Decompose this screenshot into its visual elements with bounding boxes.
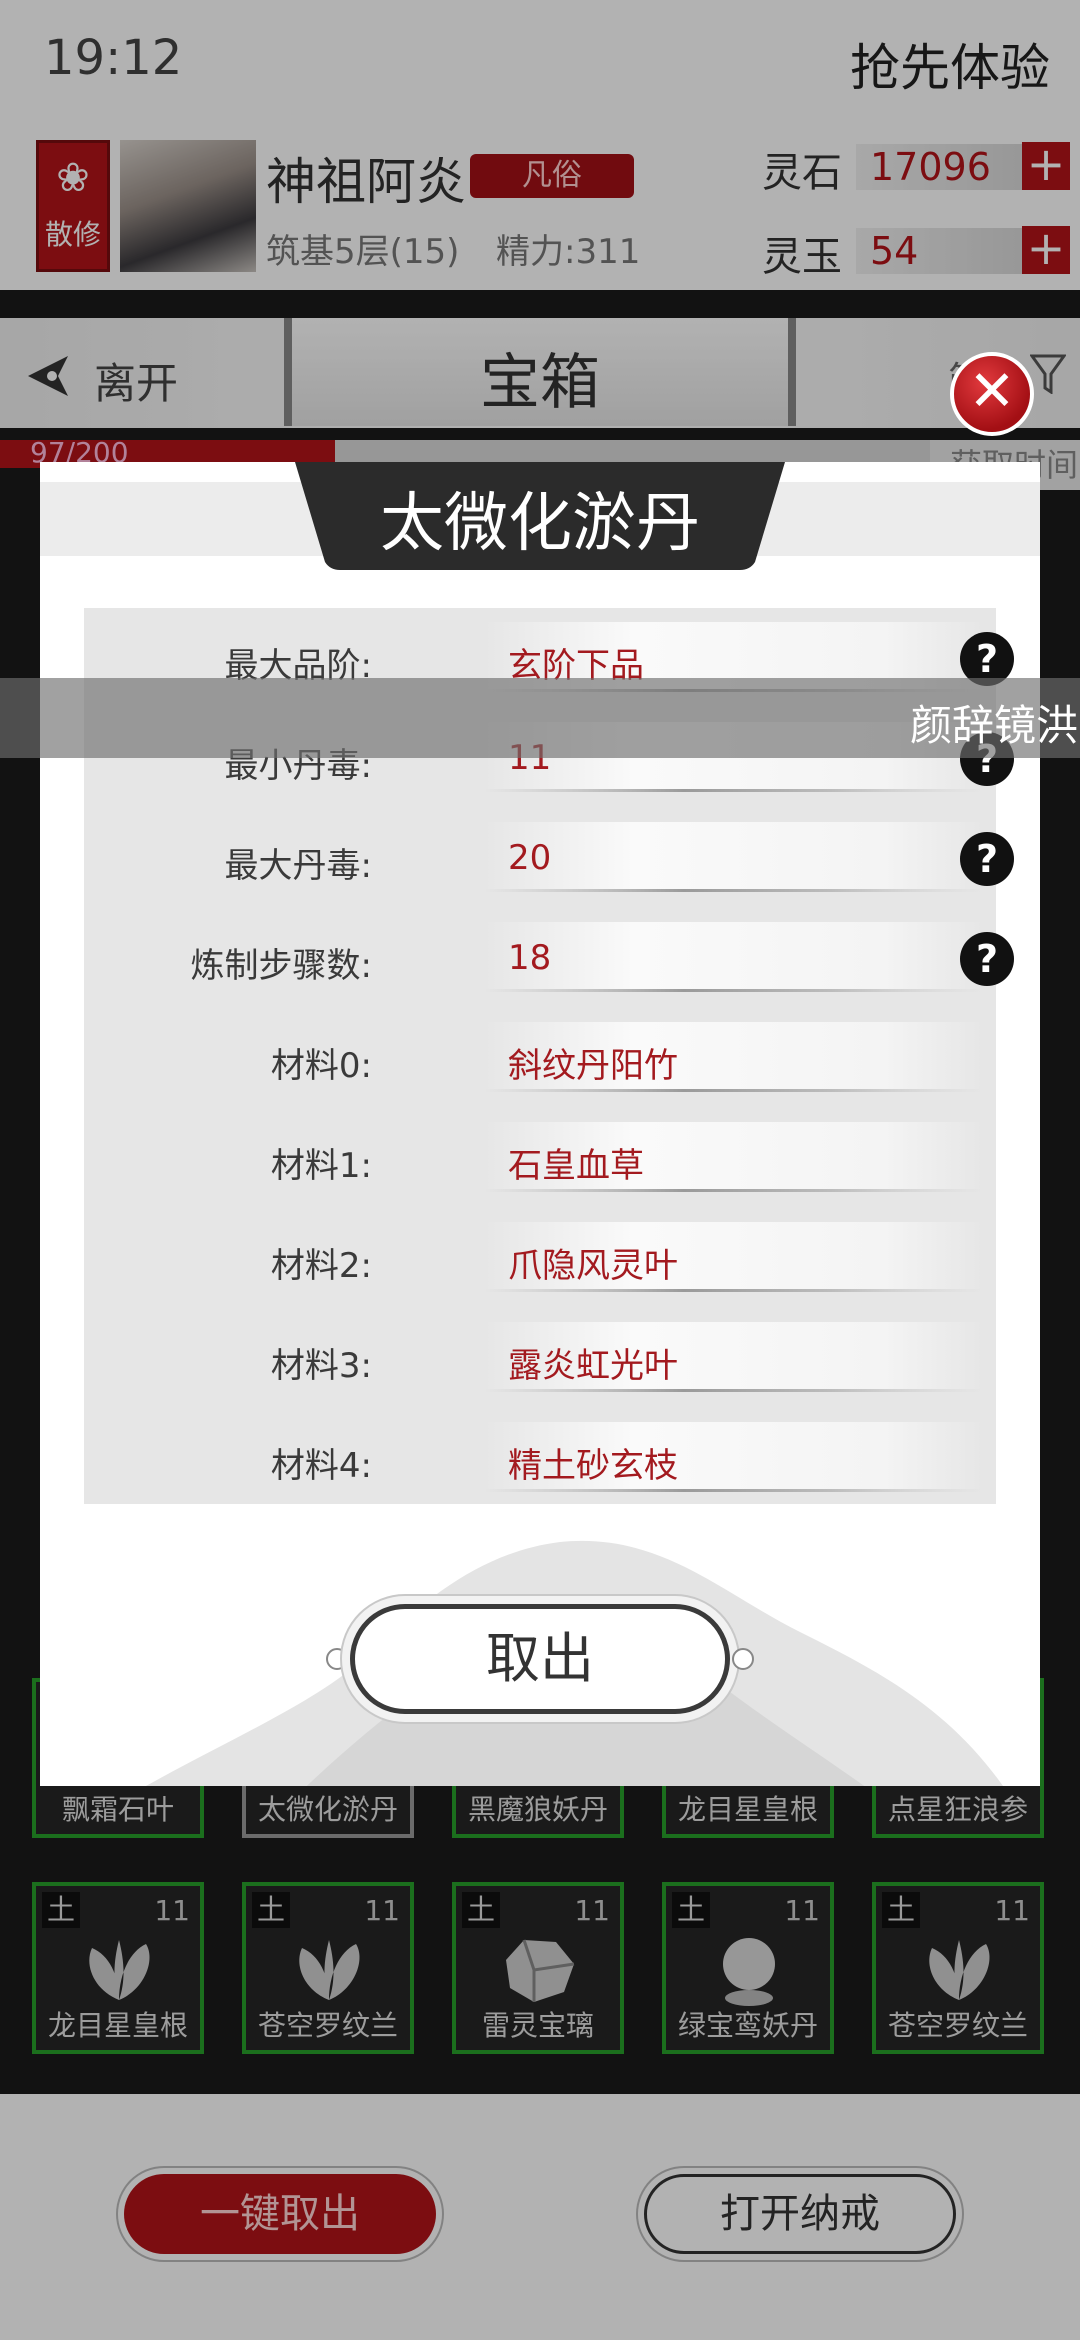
attribute-value: 18 (508, 938, 552, 978)
dialog-title: 太微化淤丹 (380, 487, 700, 561)
material-row: 材料2: 爪隐风灵叶 (84, 1208, 996, 1308)
attribute-value: 20 (508, 838, 552, 878)
take-out-button[interactable]: 取出 (350, 1604, 730, 1714)
attribute-label: 炼制步骤数: (190, 946, 372, 986)
material-label: 材料3: (270, 1346, 372, 1386)
material-value: 斜纹丹阳竹 (508, 1046, 678, 1086)
attribute-row: 最大丹毒: 20 ? (84, 808, 1014, 908)
material-row: 材料3: 露炎虹光叶 (84, 1308, 996, 1408)
value-bar (484, 822, 984, 892)
material-label: 材料4: (270, 1446, 372, 1486)
material-label: 材料0: (270, 1046, 372, 1086)
attribute-label: 最大丹毒: (224, 846, 372, 886)
material-value: 爪隐风灵叶 (508, 1246, 678, 1286)
material-value: 精土砂玄枝 (508, 1446, 678, 1486)
material-value: 露炎虹光叶 (508, 1346, 678, 1386)
button-knob-left (326, 1648, 348, 1670)
help-icon[interactable]: ? (960, 832, 1014, 886)
danmaku-text: 颜辞镜洪 (910, 701, 1079, 750)
material-label: 材料2: (270, 1246, 372, 1286)
close-icon[interactable]: ✕ (950, 352, 1034, 436)
material-value: 石皇血草 (508, 1146, 644, 1186)
danmaku-bar: 颜辞镜洪 (0, 678, 1080, 758)
material-row: 材料4: 精土砂玄枝 (84, 1408, 996, 1508)
material-row: 材料0: 斜纹丹阳竹 (84, 1008, 996, 1108)
value-bar (484, 922, 984, 992)
item-detail-dialog: 太微化淤丹 最大品阶: 玄阶下品 ? 最小丹毒: 11 ? 最大丹毒: 20 ?… (40, 462, 1040, 1786)
attribute-row: 炼制步骤数: 18 ? (84, 908, 1014, 1008)
material-label: 材料1: (270, 1146, 372, 1186)
material-row: 材料1: 石皇血草 (84, 1108, 996, 1208)
help-icon[interactable]: ? (960, 932, 1014, 986)
button-knob-right (732, 1648, 754, 1670)
